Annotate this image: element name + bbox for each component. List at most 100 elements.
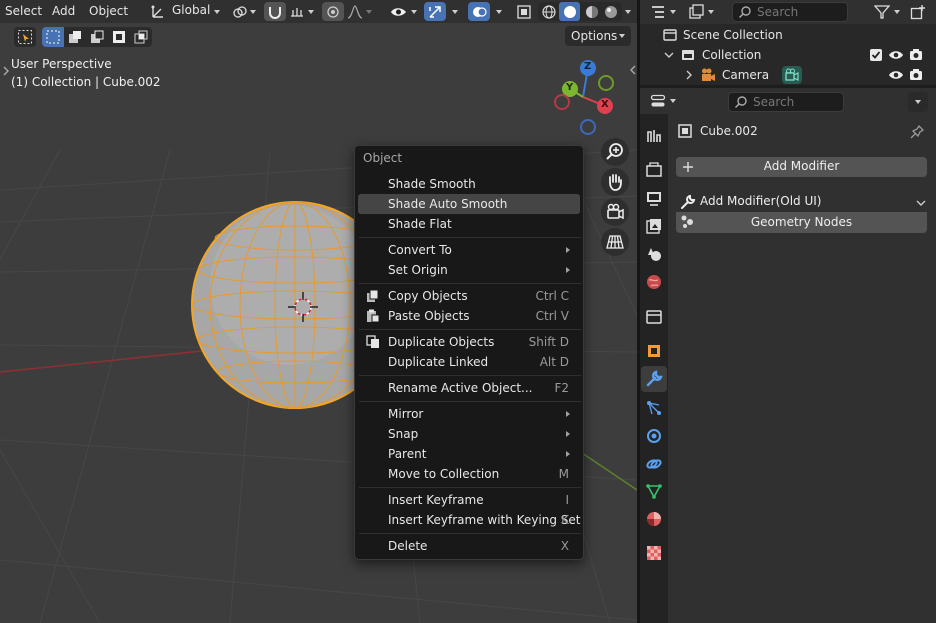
menu-item-shade-flat[interactable]: Shade Flat — [358, 214, 580, 234]
menu-item-convert-to[interactable]: Convert To — [358, 240, 580, 260]
material-preview-icon[interactable] — [584, 4, 600, 20]
menu-item-paste-objects[interactable]: Paste Objects Ctrl V — [358, 306, 580, 326]
gizmo-dropdown[interactable] — [446, 2, 464, 21]
new-collection-button[interactable] — [908, 2, 928, 22]
menu-item-shade-smooth[interactable]: Shade Smooth — [358, 174, 580, 194]
select-tool-button[interactable] — [14, 27, 36, 47]
display-mode-dropdown[interactable] — [686, 2, 718, 22]
proportional-editing-toggle[interactable] — [322, 2, 344, 21]
toolbar-toggle-arrow-icon[interactable] — [2, 66, 10, 76]
expand-arrow-right-icon[interactable] — [684, 70, 694, 80]
menu-item-set-origin[interactable]: Set Origin — [358, 260, 580, 280]
menu-item-shade-auto-smooth[interactable]: Shade Auto Smooth — [358, 194, 580, 214]
snap-toggle[interactable] — [264, 2, 286, 21]
filter-dropdown[interactable] — [872, 2, 906, 22]
paste-icon — [367, 309, 380, 323]
render-camera-icon[interactable] — [908, 67, 924, 83]
select-mode-extend[interactable] — [64, 27, 86, 47]
pan-button[interactable] — [601, 168, 629, 196]
world-tab-icon[interactable] — [645, 273, 663, 291]
outliner-search-input[interactable]: Search — [732, 2, 848, 22]
object-data-tab-icon[interactable] — [645, 482, 663, 500]
particles-tab-icon[interactable] — [645, 399, 663, 417]
geometry-nodes-button[interactable]: Geometry Nodes — [676, 212, 927, 233]
menu-item-insert-keyframe[interactable]: Insert Keyframe I — [358, 490, 580, 510]
camera-data-badge[interactable] — [782, 66, 802, 84]
add-modifier-button[interactable]: Add Modifier — [676, 157, 927, 177]
outliner-row-collection[interactable]: Collection — [640, 45, 936, 65]
texture-tab-icon[interactable] — [645, 544, 663, 562]
pin-icon[interactable] — [909, 124, 925, 140]
scene-tab-icon[interactable] — [645, 245, 663, 263]
xray-toggle[interactable] — [513, 2, 535, 21]
menu-item-duplicate-linked[interactable]: Duplicate Linked Alt D — [358, 352, 580, 372]
menu-item-move-to-collection[interactable]: Move to Collection M — [358, 464, 580, 484]
menu-item-copy-objects[interactable]: Copy Objects Ctrl C — [358, 286, 580, 306]
options-dropdown[interactable]: Options — [565, 26, 631, 46]
sidebar-toggle-arrow-icon[interactable] — [629, 65, 637, 75]
proportional-icon — [327, 6, 339, 18]
object-tab-icon[interactable] — [645, 342, 663, 360]
filter-funnel-icon — [874, 5, 890, 19]
chevron-down-icon — [894, 10, 900, 14]
3d-viewport[interactable]: Z Y X Select Add Object Global Options U… — [0, 0, 637, 623]
properties-tabs — [640, 114, 668, 623]
menu-item-rename-active-object[interactable]: Rename Active Object... F2 — [358, 378, 580, 398]
shading-dropdown[interactable] — [622, 2, 635, 21]
menu-item-snap[interactable]: Snap — [358, 424, 580, 444]
add-modifier-old-dropdown[interactable]: Add Modifier(Old UI) — [676, 192, 927, 212]
menu-item-delete[interactable]: Delete X — [358, 536, 580, 556]
visibility-dropdown[interactable] — [388, 2, 420, 21]
output-tab-icon[interactable] — [645, 189, 663, 207]
menu-item-mirror[interactable]: Mirror — [358, 404, 580, 424]
menu-item-parent[interactable]: Parent — [358, 444, 580, 464]
wireframe-shading-icon[interactable] — [541, 4, 557, 20]
gizmo-z-label[interactable]: Z — [584, 61, 591, 72]
transform-orientation-dropdown[interactable]: Global — [147, 2, 224, 21]
render-tab-icon[interactable] — [645, 161, 663, 179]
camera-view-button[interactable] — [601, 198, 629, 226]
properties-options-dropdown[interactable] — [908, 92, 928, 112]
rendered-shading-icon[interactable] — [603, 4, 619, 20]
menu-object[interactable]: Object — [87, 3, 130, 20]
outliner-row-scene-collection[interactable]: Scene Collection — [640, 25, 936, 45]
outliner-row-camera[interactable]: Camera — [640, 65, 936, 85]
perspective-toggle-button[interactable] — [601, 228, 629, 256]
menu-select[interactable]: Select — [3, 3, 44, 20]
overlays-toggle[interactable] — [468, 2, 490, 21]
view-layer-tab-icon[interactable] — [645, 217, 663, 235]
gizmo-toggle[interactable] — [424, 2, 446, 21]
solid-shading-button[interactable] — [559, 2, 580, 21]
gizmo-x-label[interactable]: X — [601, 99, 609, 110]
select-mode-new[interactable] — [42, 27, 64, 47]
menu-item-insert-keyframe-keying-set[interactable]: Insert Keyframe with Keying Set K — [358, 510, 581, 530]
eye-icon[interactable] — [888, 67, 904, 83]
falloff-dropdown[interactable] — [345, 2, 375, 21]
render-camera-icon[interactable] — [908, 47, 924, 63]
menu-add[interactable]: Add — [50, 3, 77, 20]
editor-type-dropdown[interactable] — [648, 91, 680, 111]
exclude-checkbox[interactable] — [870, 49, 882, 61]
properties-search-input[interactable]: Search — [728, 92, 844, 112]
tool-tab-icon[interactable] — [645, 127, 663, 145]
pivot-point-dropdown[interactable] — [229, 2, 259, 21]
menu-separator — [359, 329, 581, 330]
select-mode-invert[interactable] — [108, 27, 130, 47]
select-mode-intersect[interactable] — [130, 27, 152, 47]
menu-item-duplicate-objects[interactable]: Duplicate Objects Shift D — [358, 332, 580, 352]
editor-type-dropdown[interactable] — [648, 2, 682, 22]
physics-tab-icon[interactable] — [645, 427, 663, 445]
outliner-row-label: Collection — [702, 48, 762, 62]
expand-arrow-down-icon[interactable] — [664, 50, 674, 60]
material-tab-icon[interactable] — [645, 510, 663, 528]
zoom-button[interactable] — [601, 138, 629, 166]
menu-item-label: Insert Keyframe — [388, 493, 484, 507]
modifiers-tab[interactable] — [641, 366, 667, 392]
select-mode-subtract[interactable] — [86, 27, 108, 47]
constraints-tab-icon[interactable] — [645, 455, 663, 473]
collection-tab-icon[interactable] — [645, 308, 663, 326]
overlays-dropdown[interactable] — [490, 2, 508, 21]
eye-icon[interactable] — [888, 47, 904, 63]
snap-target-dropdown[interactable] — [287, 2, 317, 21]
gizmo-y-label[interactable]: Y — [566, 82, 573, 93]
